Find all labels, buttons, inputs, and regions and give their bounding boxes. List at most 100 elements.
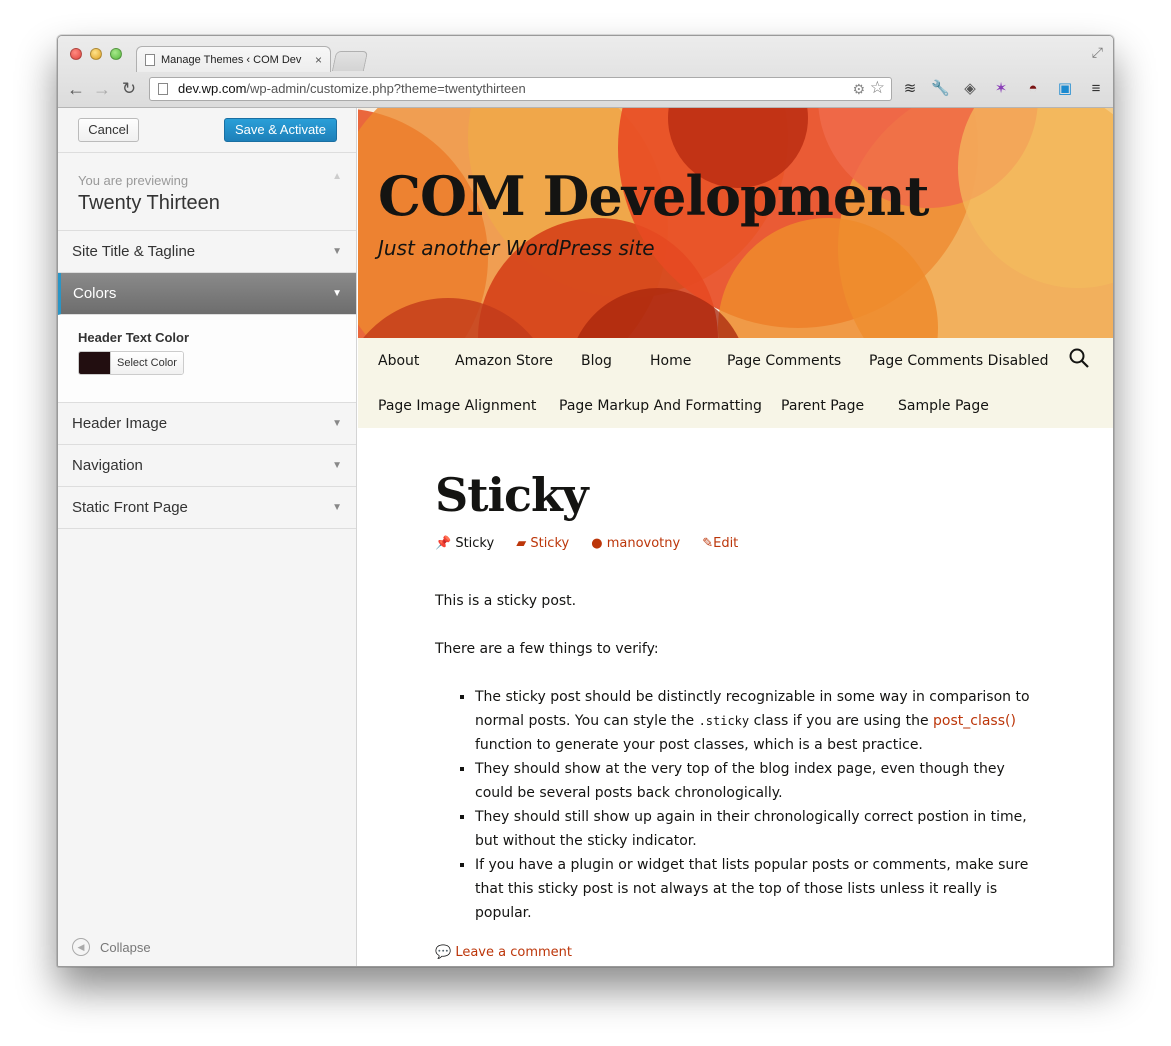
mask-extension-icon[interactable]: ◓	[1024, 80, 1042, 98]
section-label: Header Image	[72, 415, 168, 432]
url-host: dev.wp.com	[178, 81, 247, 96]
fullscreen-icon[interactable]: ⤢	[1092, 44, 1103, 61]
section-static-front-page[interactable]: Static Front Page ▼	[58, 487, 356, 529]
post-content: This is a sticky post. There are a few t…	[435, 589, 1045, 925]
site-title[interactable]: COM Development	[378, 164, 929, 228]
leave-comment-label: Leave a comment	[455, 945, 572, 960]
menu-item[interactable]: Sample Page	[898, 398, 989, 414]
minimize-window-button[interactable]	[90, 48, 102, 60]
author-link[interactable]: ● manovotny	[591, 536, 680, 551]
site-header[interactable]: COM Development Just another WordPress s…	[358, 108, 1113, 338]
settings-gear-icon[interactable]: ⚙	[852, 78, 865, 100]
text: function to generate your post classes, …	[475, 737, 923, 753]
section-navigation[interactable]: Navigation ▼	[58, 445, 356, 487]
paragraph: There are a few things to verify:	[435, 641, 659, 657]
page-icon	[145, 53, 155, 66]
pocket-extension-icon[interactable]: ◈	[961, 80, 979, 98]
section-site-title[interactable]: Site Title & Tagline ▼	[58, 231, 356, 273]
section-label: Colors	[73, 285, 117, 302]
theme-name: Twenty Thirteen	[78, 192, 220, 214]
wrench-extension-icon[interactable]: 🔧	[931, 80, 950, 98]
page-icon	[158, 83, 168, 95]
leave-comment-link[interactable]: 💬 Leave a comment	[435, 945, 1045, 960]
header-text-color-label: Header Text Color	[78, 330, 190, 345]
bookmark-star-icon[interactable]: ☆	[870, 78, 885, 99]
browser-toolbar: ← → ↻ dev.wp.com/wp-admin/customize.php?…	[58, 74, 1113, 104]
colors-panel: Header Text Color Select Color	[58, 315, 356, 403]
menu-icon[interactable]: ≡	[1087, 80, 1105, 98]
post-meta: 📌 Sticky ▰ Sticky ● manovotny ✎Edit	[435, 536, 1045, 551]
browser-window: Manage Themes ‹ COM Dev × ⤢ ← → ↻ dev.wp…	[57, 35, 1114, 967]
theme-info: You are previewing Twenty Thirteen ▲	[58, 153, 356, 231]
chevron-down-icon: ▼	[332, 460, 342, 471]
screen-extension-icon[interactable]: ▣	[1056, 80, 1074, 98]
section-label: Site Title & Tagline	[72, 243, 196, 260]
close-tab-icon[interactable]: ×	[315, 53, 322, 67]
close-window-button[interactable]	[70, 48, 82, 60]
menu-item[interactable]: Page Comments	[727, 353, 841, 369]
back-button[interactable]: ←	[65, 78, 87, 100]
search-icon[interactable]	[1069, 348, 1089, 368]
menu-item[interactable]: Blog	[581, 353, 612, 369]
tab-title: Manage Themes ‹ COM Dev	[161, 53, 302, 66]
previewing-label: You are previewing	[78, 173, 189, 188]
menu-item[interactable]: Page Image Alignment	[378, 398, 536, 414]
text: class if you are using the	[749, 713, 934, 729]
chevron-up-icon[interactable]: ▲	[332, 171, 342, 182]
comment-icon: 💬	[435, 945, 452, 960]
section-label: Navigation	[72, 457, 143, 474]
zoom-window-button[interactable]	[110, 48, 122, 60]
edit-label: Edit	[713, 536, 739, 551]
color-swatch[interactable]	[79, 352, 110, 374]
buffer-extension-icon[interactable]: ≋	[901, 80, 919, 98]
user-icon: ●	[591, 536, 603, 551]
bug-extension-icon[interactable]: ✶	[992, 80, 1010, 98]
address-bar[interactable]: dev.wp.com/wp-admin/customize.php?theme=…	[149, 77, 892, 101]
edit-link[interactable]: ✎Edit	[702, 536, 738, 551]
collapse-label: Collapse	[100, 939, 151, 955]
post-class-link[interactable]: post_class()	[933, 713, 1016, 729]
chevron-down-icon: ▼	[332, 246, 342, 257]
menu-item[interactable]: About	[378, 353, 419, 369]
author-label: manovotny	[606, 536, 681, 551]
cancel-button[interactable]: Cancel	[78, 118, 139, 142]
site-preview: COM Development Just another WordPress s…	[358, 108, 1113, 966]
paragraph: This is a sticky post.	[435, 593, 577, 609]
list-item: The sticky post should be distinctly rec…	[475, 685, 1045, 757]
pencil-icon: ✎	[702, 536, 714, 551]
site-description: Just another WordPress site	[378, 236, 655, 260]
code: .sticky	[698, 714, 750, 728]
sticky-label: Sticky	[455, 536, 495, 551]
menu-item[interactable]: Parent Page	[781, 398, 864, 414]
list-item: They should still show up again in their…	[475, 805, 1045, 853]
customizer-header: Cancel Save & Activate	[58, 108, 356, 153]
list-item: They should show at the very top of the …	[475, 757, 1045, 805]
category-link[interactable]: ▰ Sticky	[516, 536, 569, 551]
menu-item[interactable]: Home	[650, 353, 691, 369]
post-title[interactable]: Sticky	[435, 468, 1045, 522]
menu-item[interactable]: Page Comments Disabled	[869, 353, 1049, 369]
reload-button[interactable]: ↻	[118, 78, 140, 100]
select-color-button[interactable]: Select Color	[110, 352, 183, 374]
customizer-sidebar: Cancel Save & Activate You are previewin…	[58, 108, 357, 966]
section-label: Static Front Page	[72, 499, 188, 516]
forward-button[interactable]: →	[91, 78, 113, 100]
section-colors[interactable]: Colors ▼	[58, 273, 356, 315]
new-tab-button[interactable]	[331, 51, 369, 71]
post-entry: Sticky 📌 Sticky ▰ Sticky ● manovotny ✎Ed…	[435, 468, 1045, 960]
browser-tab[interactable]: Manage Themes ‹ COM Dev ×	[136, 46, 331, 72]
list-item: If you have a plugin or widget that list…	[475, 853, 1045, 925]
chevron-down-icon: ▼	[332, 288, 342, 299]
color-picker[interactable]: Select Color	[78, 351, 184, 375]
section-header-image[interactable]: Header Image ▼	[58, 403, 356, 445]
menu-item[interactable]: Amazon Store	[455, 353, 553, 369]
url-path: /wp-admin/customize.php?theme=twentythir…	[246, 81, 526, 96]
menu-item[interactable]: Page Markup And Formatting	[559, 398, 762, 414]
site-navigation: About Amazon Store Blog Home Page Commen…	[358, 338, 1113, 428]
category-label: Sticky	[530, 536, 570, 551]
chevron-down-icon: ▼	[332, 502, 342, 513]
folder-icon: ▰	[516, 536, 527, 551]
save-activate-button[interactable]: Save & Activate	[224, 118, 337, 142]
collapse-button[interactable]: ◀ Collapse	[72, 938, 151, 956]
collapse-arrow-icon: ◀	[72, 938, 90, 956]
